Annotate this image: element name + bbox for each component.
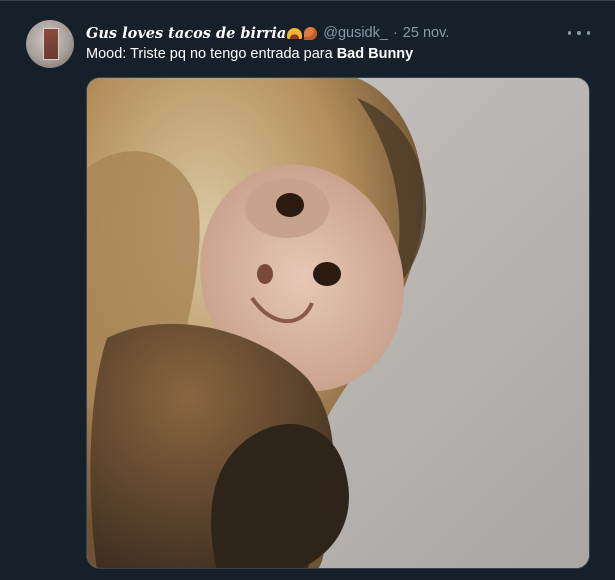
user-handle[interactable]: @gusidk_ (323, 25, 388, 41)
avatar-image (43, 28, 59, 60)
monkey-photo (87, 78, 589, 568)
more-dot (586, 31, 590, 35)
more-dot (577, 31, 581, 35)
poultry-leg-emoji-icon (304, 26, 318, 40)
tweet-text-prefix: Mood: Triste pq no tengo entrada para (86, 46, 337, 62)
separator-dot: · (392, 25, 398, 41)
avatar[interactable] (26, 20, 74, 68)
timestamp[interactable]: 25 nov. (403, 25, 450, 41)
more-horizontal-icon[interactable] (568, 26, 590, 40)
tweet-header: Gus loves tacos de birria @gusidk_ · 25 … (86, 23, 449, 43)
taco-emoji-icon (287, 27, 303, 39)
tweet-text: Mood: Triste pq no tengo entrada para Ba… (86, 46, 413, 62)
more-dot (568, 31, 572, 35)
tweet-text-bold: Bad Bunny (336, 46, 414, 62)
tweet-media-photo[interactable] (86, 77, 590, 569)
display-name[interactable]: Gus loves tacos de birria (86, 25, 286, 42)
tweet[interactable]: Gus loves tacos de birria @gusidk_ · 25 … (0, 0, 615, 580)
